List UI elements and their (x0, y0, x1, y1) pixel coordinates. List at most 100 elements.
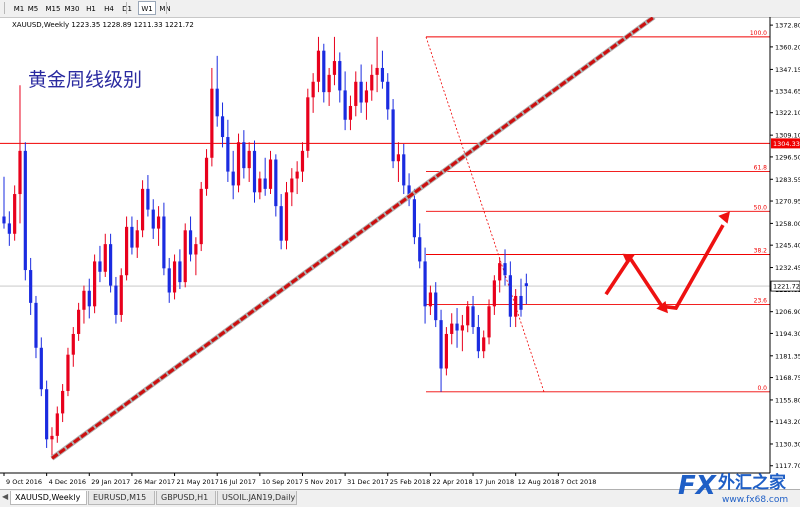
candle-body (444, 333, 448, 369)
timeframe-h1[interactable]: H1 (82, 1, 100, 15)
candle-body (140, 188, 145, 231)
chart-area[interactable]: 100.0 61.8 50.0 38.2 23.6 0.0 1372.80 1360.20 1… (0, 14, 800, 489)
candle-body (290, 178, 294, 193)
candle-body (519, 295, 523, 310)
candle-body (13, 194, 17, 234)
date-tick-label: 10 Sep 2017 (262, 478, 303, 486)
price-chart[interactable]: 100.0 61.8 50.0 38.2 23.6 0.0 1372.80 1360.20 1… (0, 14, 800, 489)
candle-body (2, 216, 6, 224)
timeframe-h4[interactable]: H4 (100, 1, 118, 15)
candle-body (492, 280, 496, 307)
candle-body (226, 137, 230, 172)
date-tick-label: 5 Nov 2017 (304, 478, 342, 486)
tab-xauusd-weekly[interactable]: XAUUSD,Weekly (10, 491, 87, 505)
price-tick-label: 1232.45 (775, 264, 800, 272)
date-tick-label: 31 Dec 2017 (347, 478, 389, 486)
candle-body (300, 150, 305, 172)
candle-body (498, 263, 502, 281)
candle-body (7, 223, 11, 234)
candle-body (236, 142, 241, 186)
candle-body (71, 333, 75, 355)
date-tick-label: 12 Aug 2018 (518, 478, 560, 486)
candle-body (396, 154, 401, 162)
timeframe-m30[interactable]: M30 (61, 1, 83, 15)
fx68-logo: FX 外汇之家 www.fx68.com (678, 471, 788, 505)
candle-body (151, 209, 155, 229)
candle-body (66, 354, 70, 391)
candle-body (231, 171, 235, 186)
logo-url-glyph: www.fx68.com (722, 495, 788, 505)
candle-body (402, 154, 406, 186)
candle-body (172, 261, 177, 293)
candle-body (439, 320, 443, 369)
price-tick-label: 1347.15 (775, 66, 800, 74)
price-tick-label: 1168.75 (775, 374, 800, 382)
candle-body (242, 142, 246, 169)
price-tick-label: 1155.80 (775, 396, 800, 404)
candle-body (503, 263, 507, 276)
candle-body (514, 295, 518, 317)
timeframe-mn[interactable]: MN (156, 1, 174, 15)
candle-body (55, 413, 59, 436)
fib-level-label: 0.0 (757, 385, 767, 392)
annotation-title: 黄金周线级别 (28, 69, 142, 91)
candle-body (274, 159, 278, 207)
candlestick-series (2, 36, 528, 459)
fib-level-label: 50.0 (754, 204, 768, 211)
tab-gbpusd-h1[interactable]: GBPUSD,H1 (156, 491, 216, 505)
logo-fx-glyph: FX (678, 471, 718, 501)
candle-body (370, 74, 374, 91)
candle-body (306, 97, 310, 151)
date-tick-label: 26 Mar 2017 (134, 478, 175, 486)
candle-body (375, 67, 379, 75)
price-tick-label: 1245.40 (775, 242, 800, 250)
timeframe-w1[interactable]: W1 (138, 1, 156, 15)
candle-body (156, 216, 161, 229)
candle-body (434, 292, 438, 321)
candle-body (167, 268, 171, 293)
price-tick-label: 1360.20 (775, 43, 800, 51)
price-tick-label: 1143.20 (775, 418, 800, 426)
candle-body (327, 74, 331, 93)
candle-body (348, 105, 353, 120)
candle-body (23, 150, 27, 271)
candle-body (135, 230, 139, 248)
price-tick-label: 1130.30 (775, 440, 800, 448)
price-tick-label: 1270.95 (775, 198, 800, 206)
candle-body (77, 309, 81, 334)
date-tick-label: 17 Jun 2018 (475, 478, 514, 486)
fib-level-label: 38.2 (754, 248, 768, 255)
candle-body (524, 283, 528, 287)
candle-body (386, 81, 390, 110)
scroll-left-icon[interactable]: ◀ (2, 492, 8, 501)
candle-body (247, 150, 251, 169)
tab-usoil-daily[interactable]: USOIL.JAN19,Daily (217, 491, 297, 505)
timeframe-m5[interactable]: M5 (24, 1, 42, 15)
fib-price-label: 1304.33 (773, 140, 800, 148)
candle-body (109, 244, 113, 286)
candle-body (284, 192, 289, 241)
timeframe-d1[interactable]: D1 (118, 1, 136, 15)
toolbar-separator (166, 2, 167, 14)
candle-body (279, 206, 283, 241)
date-tick-label: 29 Jan 2017 (91, 478, 130, 486)
candle-body (215, 88, 219, 117)
logo-cn-glyph: 外汇之家 (718, 472, 786, 493)
price-tick-label: 1258.00 (775, 220, 800, 228)
candle-body (87, 290, 91, 307)
candle-body (50, 435, 54, 440)
candle-body (338, 61, 342, 91)
candle-body (364, 90, 369, 103)
candle-body (252, 150, 257, 193)
candle-body (359, 81, 363, 103)
tab-eurusd-m15[interactable]: EURUSD,M15 (88, 491, 155, 505)
current-price-label: 1221.72 (773, 283, 800, 291)
candle-body (295, 171, 299, 179)
candle-body (82, 290, 86, 310)
chart-header: XAUUSD,Weekly 1223.35 1228.89 1211.33 12… (12, 21, 194, 29)
price-tick-label: 1334.65 (775, 88, 800, 96)
candle-body (455, 323, 459, 331)
candle-body (114, 285, 118, 315)
candle-body (119, 275, 123, 315)
candle-body (450, 323, 454, 334)
